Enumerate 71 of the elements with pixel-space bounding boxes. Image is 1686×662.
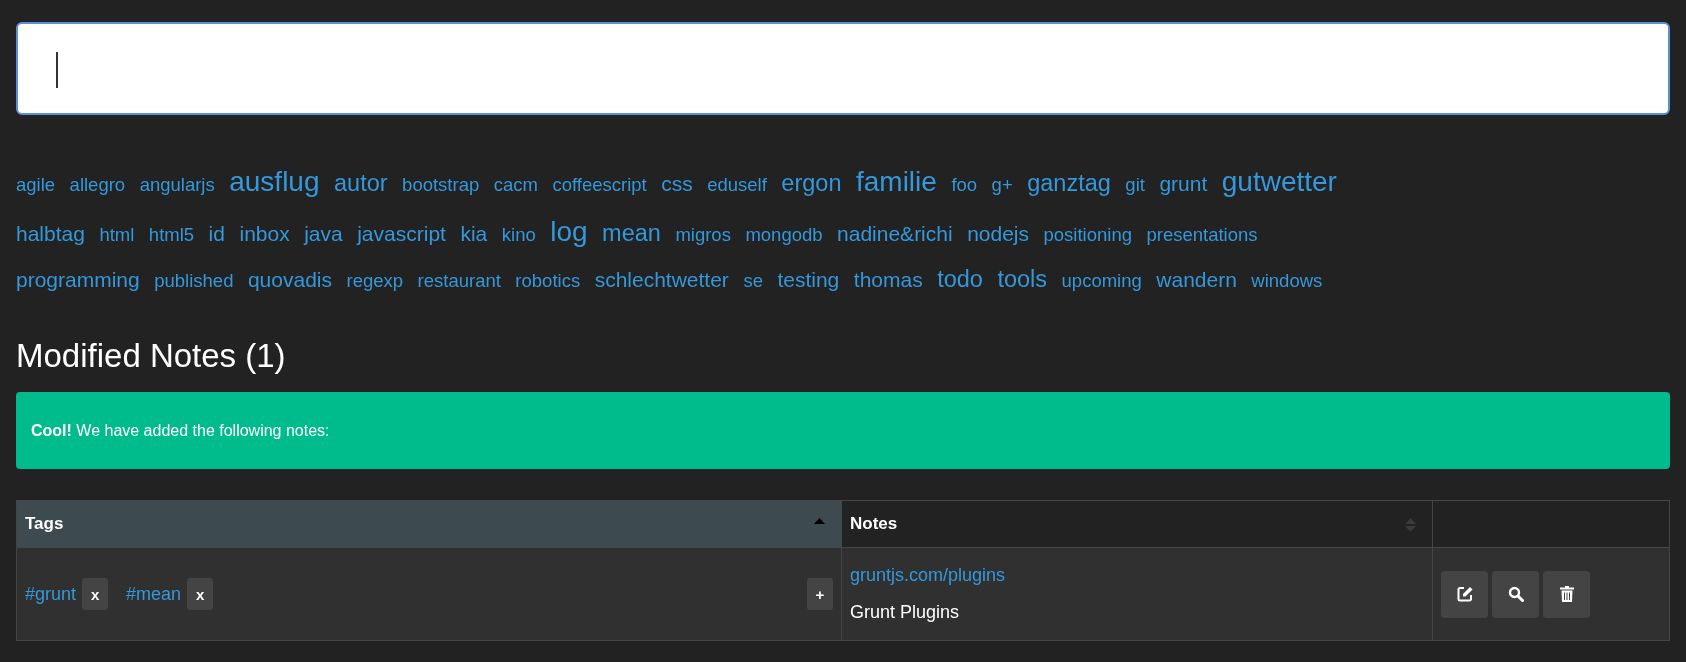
remove-tag-button[interactable]: x	[187, 578, 214, 610]
tag-link[interactable]: foo	[951, 175, 978, 196]
tag-link[interactable]: eduself	[707, 175, 767, 196]
sort-icon	[1405, 518, 1416, 532]
tag-link[interactable]: html	[99, 225, 135, 246]
trash-icon	[1559, 586, 1574, 602]
text-cursor	[56, 52, 58, 88]
tag-link[interactable]: log	[550, 217, 588, 248]
tag-link[interactable]: nodejs	[967, 222, 1030, 246]
tag-link[interactable]: #grunt	[25, 583, 77, 605]
tag-link[interactable]: halbtag	[16, 222, 85, 246]
tag-link[interactable]: bootstrap	[402, 175, 480, 196]
remove-tag-button[interactable]: x	[82, 578, 109, 610]
tag-link[interactable]: regexp	[346, 271, 404, 292]
tag-link[interactable]: thomas	[853, 268, 923, 292]
search-field[interactable]	[16, 22, 1670, 115]
tag-link[interactable]: allegro	[69, 175, 126, 196]
edit-icon	[1456, 586, 1473, 602]
column-header[interactable]: Tags	[16, 500, 842, 548]
tag-link[interactable]: coffeescript	[552, 175, 647, 196]
tag-link[interactable]: programming	[16, 268, 140, 292]
tag-link[interactable]: git	[1125, 175, 1145, 196]
tag-link[interactable]: quovadis	[247, 268, 332, 292]
tag-link[interactable]: nadine&richi	[837, 222, 953, 246]
note-title: Grunt Plugins	[850, 602, 960, 622]
tag-link[interactable]: published	[154, 271, 234, 292]
section-heading: Modified Notes (1)	[16, 336, 287, 376]
tag-link[interactable]: presentations	[1146, 225, 1258, 246]
tag-link[interactable]: id	[208, 222, 225, 246]
tag-link[interactable]: mongodb	[745, 225, 823, 246]
tag-link[interactable]: se	[743, 271, 763, 292]
tag-link[interactable]: java	[304, 222, 343, 246]
tag-link[interactable]: javascript	[357, 222, 446, 246]
tag-link[interactable]: windows	[1251, 271, 1323, 292]
tag-link[interactable]: cacm	[493, 175, 538, 196]
tag-link[interactable]: ergon	[781, 171, 842, 197]
note-link[interactable]: gruntjs.com/plugins	[850, 565, 1006, 586]
tag-link[interactable]: angularjs	[139, 175, 215, 196]
tag-link[interactable]: testing	[777, 268, 840, 292]
search-icon	[1507, 586, 1524, 602]
tag-link[interactable]: grunt	[1159, 172, 1208, 196]
sort-up-icon	[814, 518, 825, 524]
tag-link[interactable]: kia	[460, 222, 488, 246]
tag-link[interactable]: css	[661, 172, 693, 196]
tag-link[interactable]: kino	[501, 225, 536, 246]
tag-link[interactable]: html5	[148, 225, 195, 246]
tag-link[interactable]: ausflug	[229, 167, 320, 198]
tag-link[interactable]: mean	[602, 221, 661, 247]
tag-link[interactable]: restaurant	[417, 271, 501, 292]
tag-link[interactable]: upcoming	[1061, 271, 1142, 292]
delete-button[interactable]	[1543, 570, 1590, 618]
add-tag-button[interactable]: +	[807, 578, 833, 610]
tag-link[interactable]: schlechtwetter	[594, 268, 729, 292]
tag-link[interactable]: #mean	[126, 583, 182, 605]
search-button[interactable]	[1492, 570, 1539, 618]
tag-link[interactable]: tools	[997, 267, 1048, 293]
column-header[interactable]: Notes	[841, 500, 1433, 548]
tag-link[interactable]: todo	[937, 267, 983, 293]
tag-link[interactable]: familie	[855, 167, 937, 198]
tag-link[interactable]: g+	[991, 175, 1013, 196]
tag-link[interactable]: autor	[334, 171, 388, 197]
alert-message: Cool! We have added the following notes:	[31, 421, 330, 440]
tag-link[interactable]: inbox	[239, 222, 290, 246]
tag-link[interactable]: wandern	[1156, 268, 1237, 292]
tag-link[interactable]: positioning	[1043, 225, 1132, 246]
tag-link[interactable]: agile	[16, 175, 56, 196]
tag-link[interactable]: robotics	[515, 271, 581, 292]
tag-link[interactable]: gutwetter	[1221, 167, 1337, 198]
tag-link[interactable]: ganztag	[1027, 171, 1111, 197]
edit-button[interactable]	[1441, 570, 1488, 618]
tag-link[interactable]: migros	[675, 225, 731, 246]
